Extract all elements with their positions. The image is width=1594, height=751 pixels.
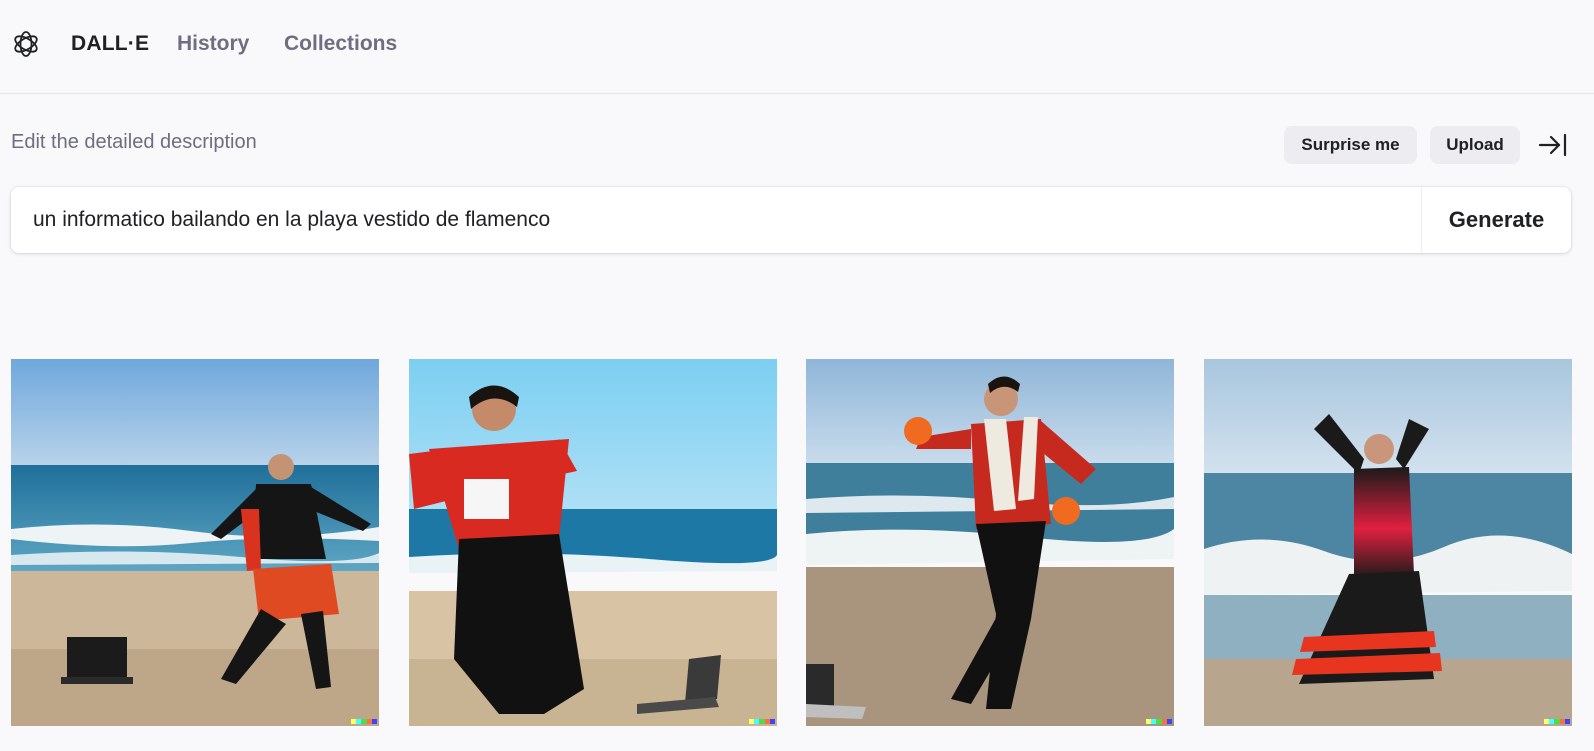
result-image-2[interactable] bbox=[409, 359, 777, 726]
result-image-4[interactable] bbox=[1204, 359, 1572, 726]
dalle-signature bbox=[351, 719, 378, 724]
surprise-me-button[interactable]: Surprise me bbox=[1284, 126, 1417, 164]
description-label: Edit the detailed description bbox=[11, 131, 257, 153]
result-image-3[interactable] bbox=[806, 359, 1174, 726]
dalle-signature bbox=[749, 719, 776, 724]
nav-brand[interactable]: DALL·E bbox=[71, 32, 149, 56]
results-grid bbox=[11, 359, 1572, 726]
beach-dancer-image bbox=[409, 359, 777, 726]
prompt-input[interactable] bbox=[11, 187, 1421, 253]
result-image-1[interactable] bbox=[11, 359, 379, 726]
prompt-bar: Generate bbox=[11, 187, 1571, 253]
beach-dancer-image bbox=[11, 359, 379, 726]
nav-collections[interactable]: Collections bbox=[284, 32, 397, 56]
dalle-signature bbox=[1146, 719, 1173, 724]
upload-button[interactable]: Upload bbox=[1430, 126, 1520, 164]
beach-dancer-image bbox=[806, 359, 1174, 726]
dalle-signature bbox=[1544, 719, 1571, 724]
openai-logo-icon[interactable] bbox=[11, 29, 41, 59]
nav-history[interactable]: History bbox=[177, 32, 249, 56]
top-navigation: DALL·E History Collections bbox=[0, 0, 1594, 94]
generate-button[interactable]: Generate bbox=[1421, 187, 1571, 253]
arrow-right-to-bar-icon[interactable] bbox=[1538, 131, 1568, 159]
beach-dancer-image bbox=[1204, 359, 1572, 726]
